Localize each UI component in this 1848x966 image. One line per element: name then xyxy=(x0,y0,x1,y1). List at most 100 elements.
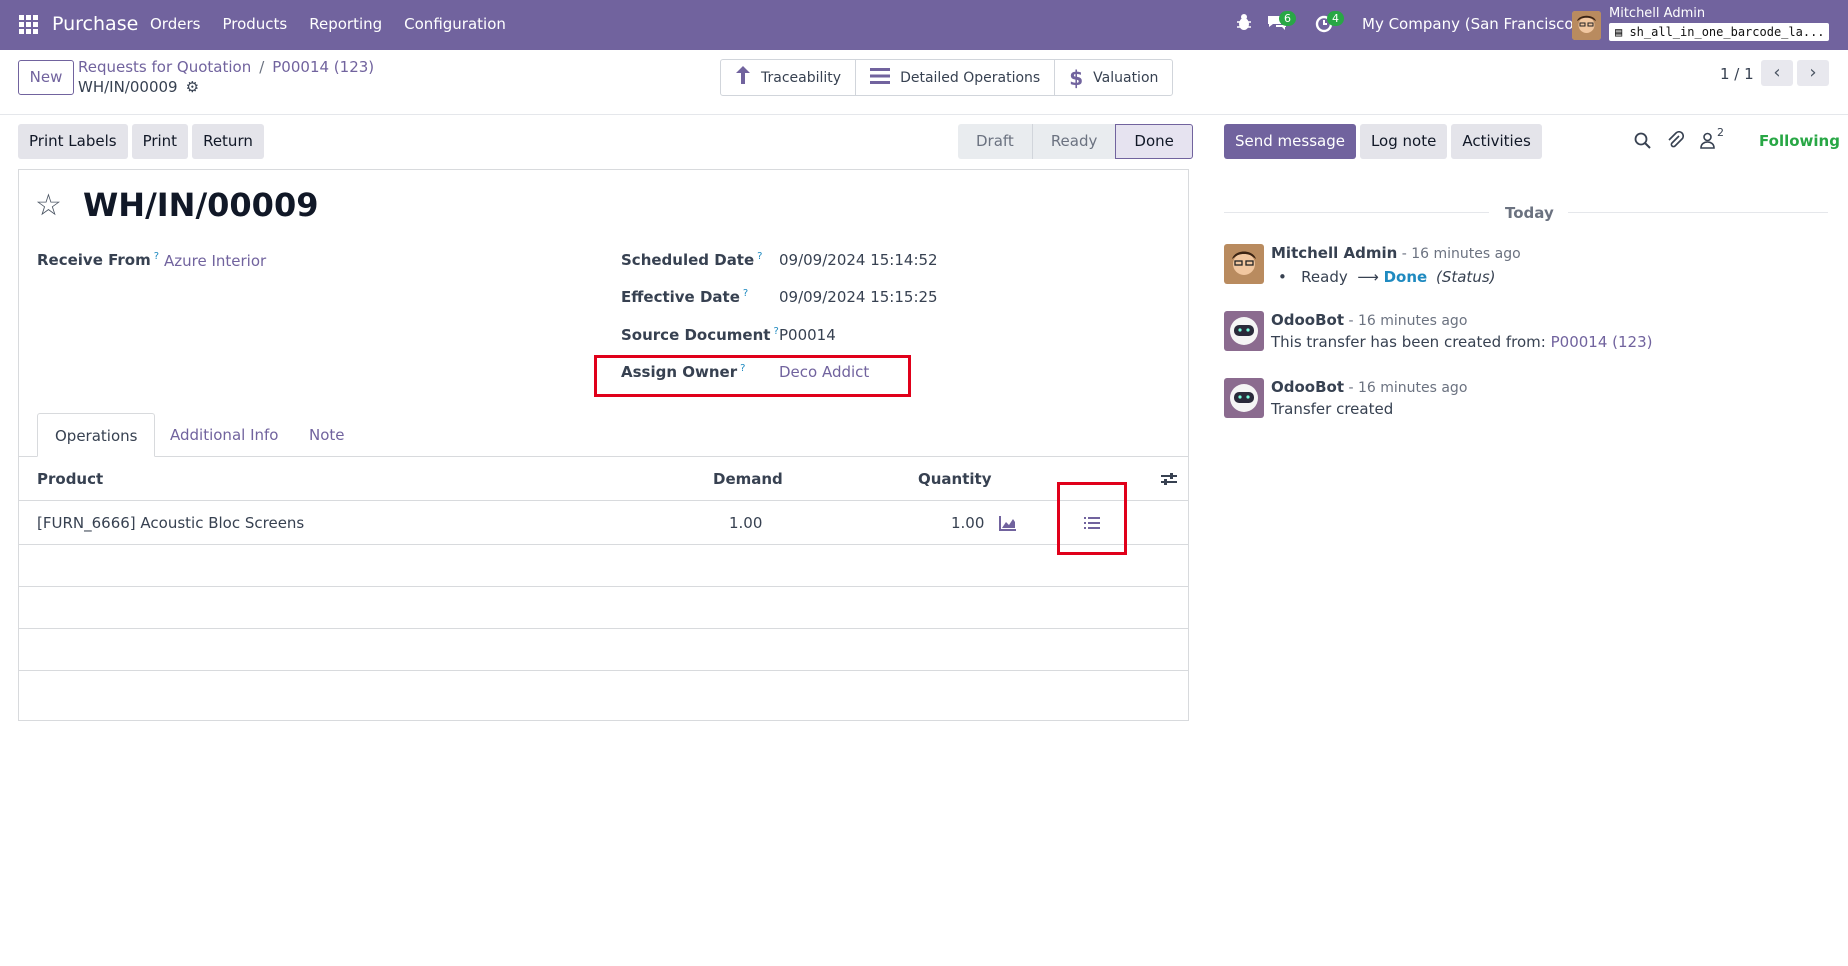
user-avatar[interactable] xyxy=(1572,11,1601,40)
help-icon[interactable]: ? xyxy=(740,363,745,374)
assign-owner-value[interactable]: Deco Addict xyxy=(779,363,869,381)
detailed-operations-button[interactable]: Detailed Operations xyxy=(856,60,1056,95)
message-text: This transfer has been created from: xyxy=(1271,333,1551,351)
messages-icon[interactable]: 6 xyxy=(1266,11,1296,37)
message-author: Mitchell Admin - 16 minutes ago xyxy=(1271,244,1521,262)
traceability-button[interactable]: Traceability xyxy=(721,60,857,95)
column-quantity[interactable]: Quantity xyxy=(918,470,992,488)
menu-reporting[interactable]: Reporting xyxy=(309,15,382,33)
user-name[interactable]: Mitchell Admin xyxy=(1609,6,1705,21)
activities-icon[interactable]: 4 xyxy=(1314,11,1344,37)
effective-date-value: 09/09/2024 15:15:25 xyxy=(779,288,938,306)
source-document-label-text: Source Document xyxy=(621,326,771,344)
systray: 6 4 xyxy=(1236,11,1362,37)
line-quantity[interactable]: 1.00 xyxy=(951,514,984,532)
arrow-right-icon: ⟶ xyxy=(1352,268,1379,286)
new-button[interactable]: New xyxy=(18,60,74,95)
form-sheet: ☆ WH/IN/00009 Receive From? Azure Interi… xyxy=(18,169,1189,721)
receive-from-label: Receive From? xyxy=(37,251,159,269)
database-name: sh_all_in_one_barcode_la... xyxy=(1629,25,1825,39)
empty-row xyxy=(19,629,1188,671)
author-name[interactable]: OdooBot xyxy=(1271,378,1344,396)
table-row[interactable]: [FURN_6666] Acoustic Bloc Screens 1.00 1… xyxy=(19,501,1188,545)
debug-icon[interactable] xyxy=(1236,13,1252,37)
tracking-new-value: Done xyxy=(1383,268,1428,286)
date-divider-left xyxy=(1224,212,1489,213)
tab-operations[interactable]: Operations xyxy=(37,413,156,457)
breadcrumb-po[interactable]: P00014 (123) xyxy=(272,58,374,76)
optional-columns-icon[interactable] xyxy=(1161,471,1177,491)
odoobot-avatar[interactable] xyxy=(1224,378,1264,418)
line-demand[interactable]: 1.00 xyxy=(729,514,762,532)
receive-from-value[interactable]: Azure Interior xyxy=(164,252,266,270)
stage-ready[interactable]: Ready xyxy=(1031,124,1116,159)
gear-icon[interactable]: ⚙ xyxy=(186,78,199,96)
help-icon[interactable]: ? xyxy=(773,326,778,337)
record-name: WH/IN/00009 ⚙ xyxy=(78,78,199,96)
stage-draft[interactable]: Draft xyxy=(958,124,1032,159)
tab-additional-info[interactable]: Additional Info xyxy=(170,413,278,457)
log-note-button[interactable]: Log note xyxy=(1359,124,1448,159)
record-name-text: WH/IN/00009 xyxy=(78,78,178,96)
paperclip-icon[interactable] xyxy=(1667,130,1685,153)
source-document-label: Source Document? xyxy=(621,326,779,344)
arrow-up-icon xyxy=(735,65,751,90)
apps-menu-icon[interactable] xyxy=(19,15,38,34)
empty-row xyxy=(19,545,1188,587)
help-icon[interactable]: ? xyxy=(154,251,159,262)
valuation-button[interactable]: $ Valuation xyxy=(1055,60,1172,95)
pager-next-icon[interactable]: › xyxy=(1797,60,1829,86)
pager-previous-icon[interactable]: ‹ xyxy=(1761,60,1793,86)
message-link[interactable]: P00014 (123) xyxy=(1551,333,1653,351)
database-badge: ▤ sh_all_in_one_barcode_la... xyxy=(1609,23,1829,41)
source-document-value[interactable]: P00014 xyxy=(779,326,836,344)
effective-date-label-text: Effective Date xyxy=(621,288,740,306)
menu-orders[interactable]: Orders xyxy=(150,15,200,33)
scheduled-date-value[interactable]: 09/09/2024 15:14:52 xyxy=(779,251,938,269)
messages-badge: 6 xyxy=(1279,11,1296,26)
breadcrumb-separator: / xyxy=(259,58,265,76)
form-statusbar-buttons: Print Labels Print Return xyxy=(18,124,264,159)
send-message-button[interactable]: Send message xyxy=(1224,124,1356,159)
menu-configuration[interactable]: Configuration xyxy=(404,15,506,33)
detailed-operations-label: Detailed Operations xyxy=(900,69,1041,86)
forecast-chart-icon[interactable] xyxy=(999,515,1017,535)
tracking-field: (Status) xyxy=(1435,268,1496,286)
message-body: Transfer created xyxy=(1271,400,1394,418)
database-icon: ▤ xyxy=(1615,25,1630,39)
company-switcher[interactable]: My Company (San Francisco) xyxy=(1362,15,1579,33)
scheduled-date-label: Scheduled Date? xyxy=(621,251,762,269)
column-product[interactable]: Product xyxy=(37,470,103,488)
author-name[interactable]: Mitchell Admin xyxy=(1271,244,1397,262)
stage-done[interactable]: Done xyxy=(1115,124,1193,159)
star-icon[interactable]: ☆ xyxy=(35,188,62,223)
tab-note[interactable]: Note xyxy=(309,413,345,457)
help-icon[interactable]: ? xyxy=(757,251,762,262)
smart-buttons: Traceability Detailed Operations $ Valua… xyxy=(720,59,1174,96)
print-button[interactable]: Print xyxy=(131,124,189,159)
tracking-value: • Ready ⟶ Done (Status) xyxy=(1278,268,1496,286)
search-icon[interactable] xyxy=(1634,132,1651,153)
return-button[interactable]: Return xyxy=(192,124,264,159)
followers-icon[interactable]: 2 xyxy=(1700,126,1724,153)
breadcrumb-rfq[interactable]: Requests for Quotation xyxy=(78,58,251,76)
stage-pipeline: Draft Ready Done xyxy=(958,124,1193,159)
message-time: - 16 minutes ago xyxy=(1344,380,1468,396)
activities-button[interactable]: Activities xyxy=(1451,124,1542,159)
column-demand[interactable]: Demand xyxy=(713,470,783,488)
odoobot-avatar[interactable] xyxy=(1224,311,1264,351)
scheduled-date-label-text: Scheduled Date xyxy=(621,251,755,269)
followers-count: 2 xyxy=(1717,125,1724,139)
operations-table-header: Product Demand Quantity xyxy=(19,457,1188,501)
pager-value[interactable]: 1 / 1 xyxy=(1720,65,1754,83)
menu-products[interactable]: Products xyxy=(222,15,287,33)
print-labels-button[interactable]: Print Labels xyxy=(18,124,128,159)
author-name[interactable]: OdooBot xyxy=(1271,311,1344,329)
control-panel: New Requests for Quotation / P00014 (123) … xyxy=(0,50,1848,115)
help-icon[interactable]: ? xyxy=(743,288,748,299)
app-brand[interactable]: Purchase xyxy=(52,13,138,35)
avatar[interactable] xyxy=(1224,244,1264,284)
line-product[interactable]: [FURN_6666] Acoustic Bloc Screens xyxy=(37,514,304,532)
top-menu: Orders Products Reporting Configuration xyxy=(150,15,528,33)
following-button[interactable]: Following xyxy=(1759,132,1840,150)
